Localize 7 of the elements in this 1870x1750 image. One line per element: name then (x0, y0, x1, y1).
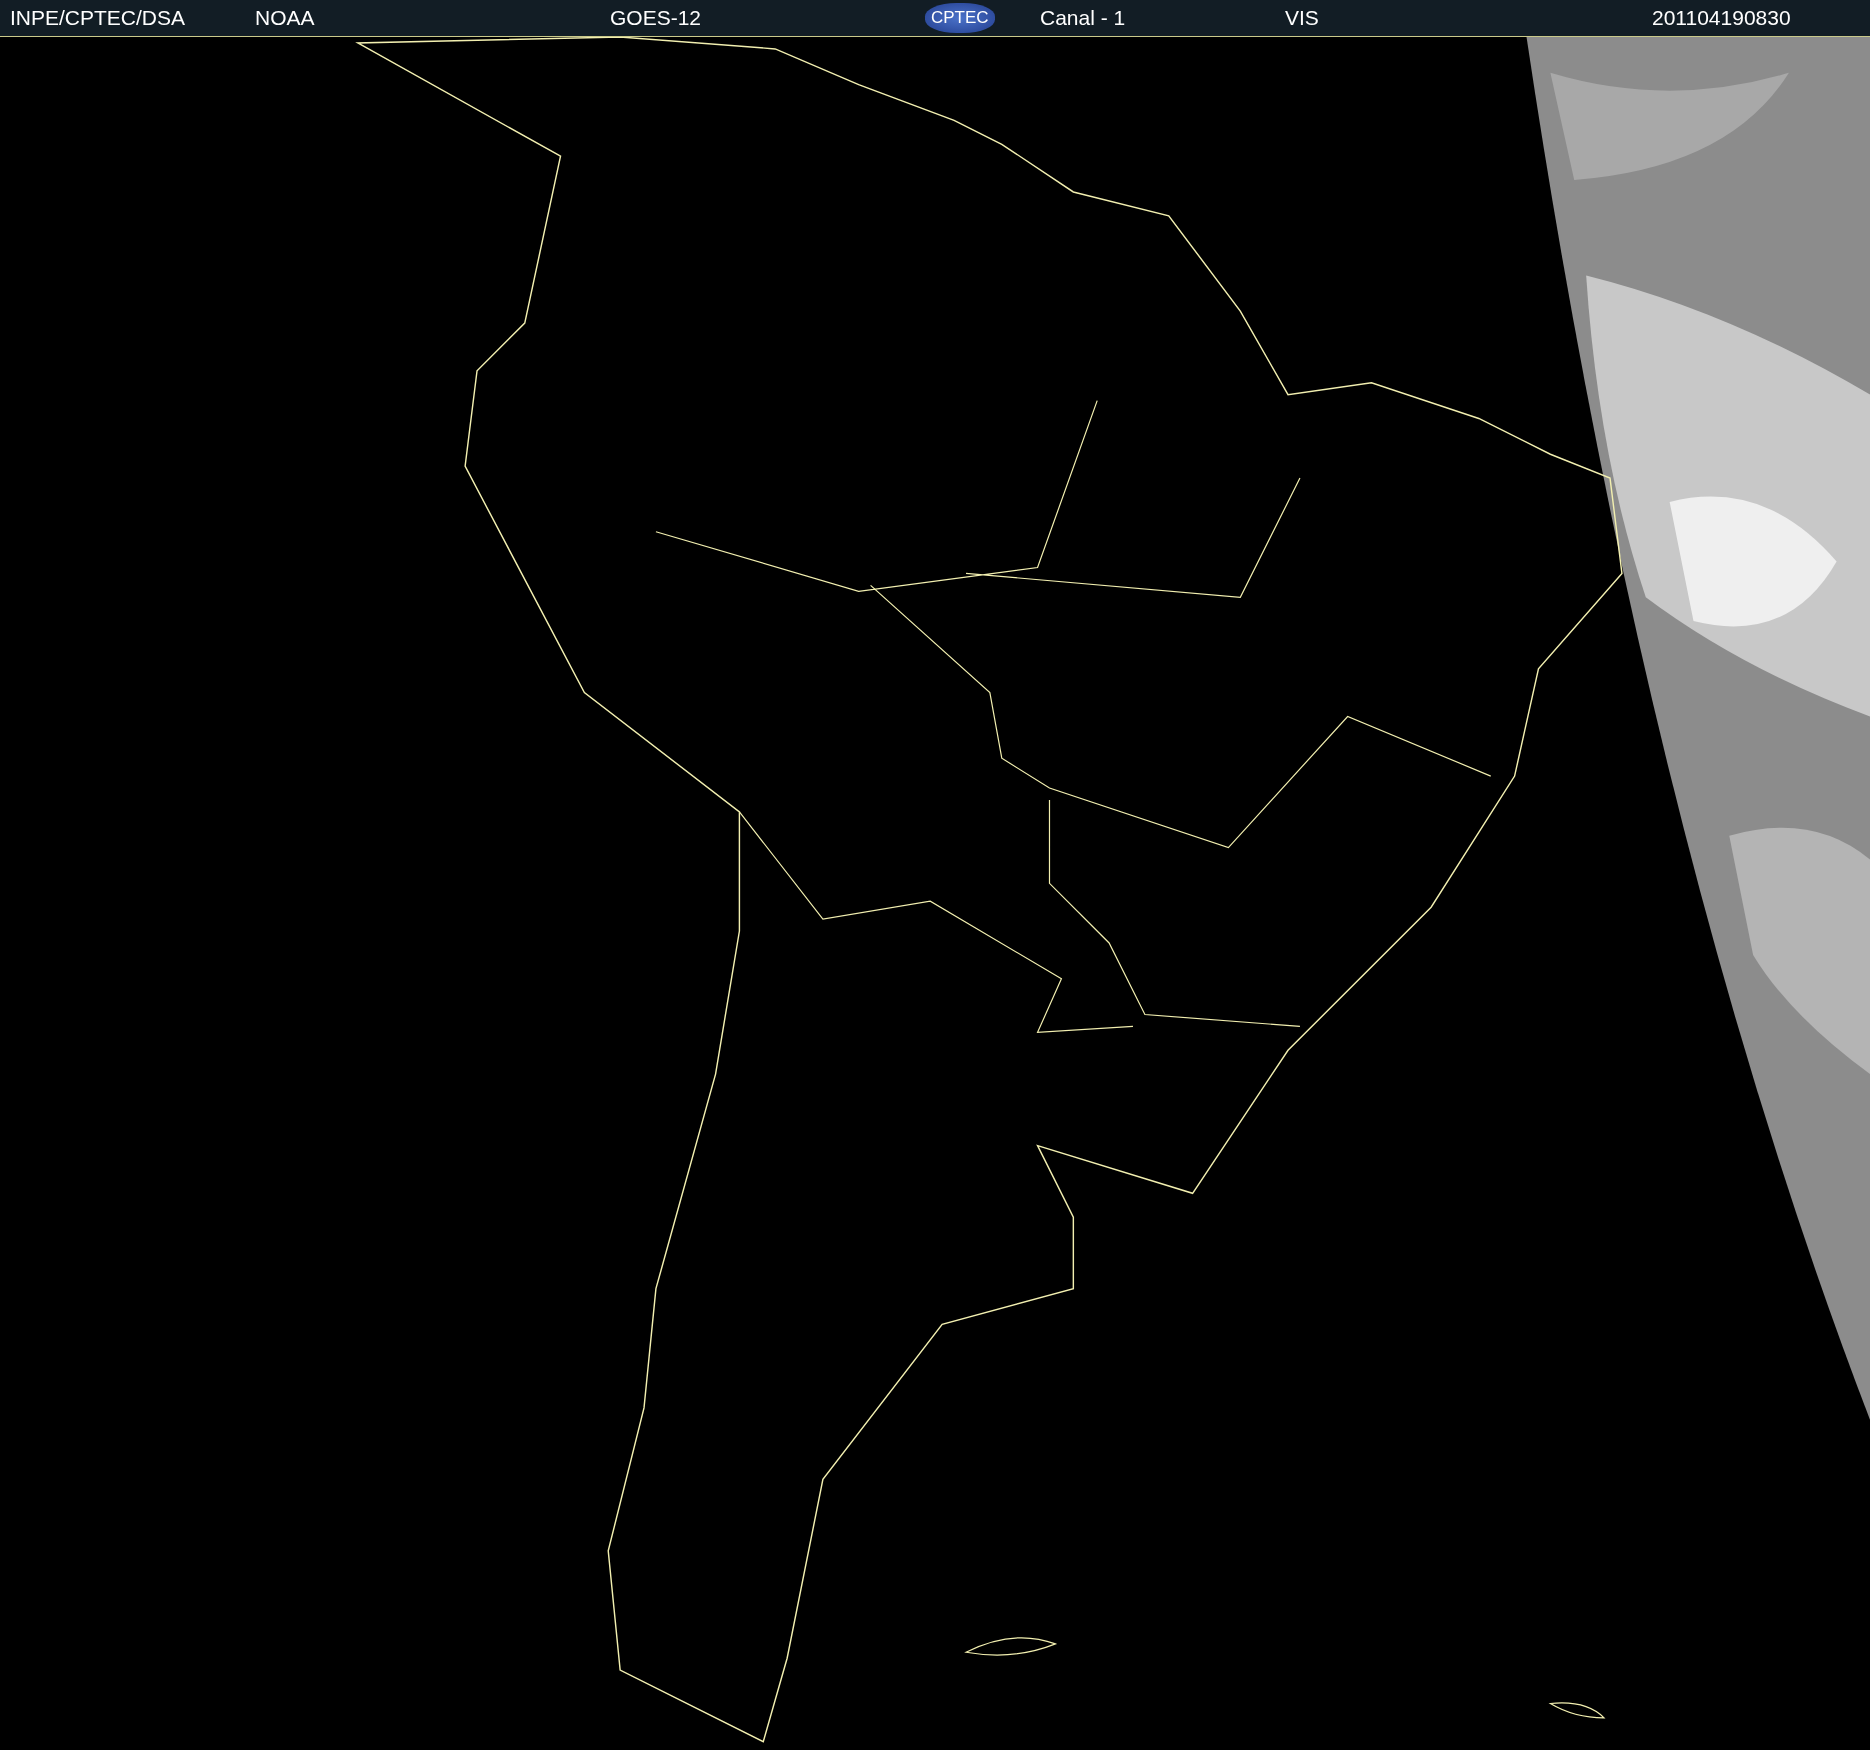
header-label: NOAA (255, 6, 315, 30)
header-label: INPE/CPTEC/DSA (10, 6, 186, 30)
header-label: Canal - 1 (1040, 6, 1126, 30)
header-label: VIS (1285, 6, 1319, 30)
header-label: 201104190830 (1652, 6, 1791, 30)
logo: CPTEC (925, 3, 995, 33)
header-label: GOES-12 (610, 6, 702, 30)
